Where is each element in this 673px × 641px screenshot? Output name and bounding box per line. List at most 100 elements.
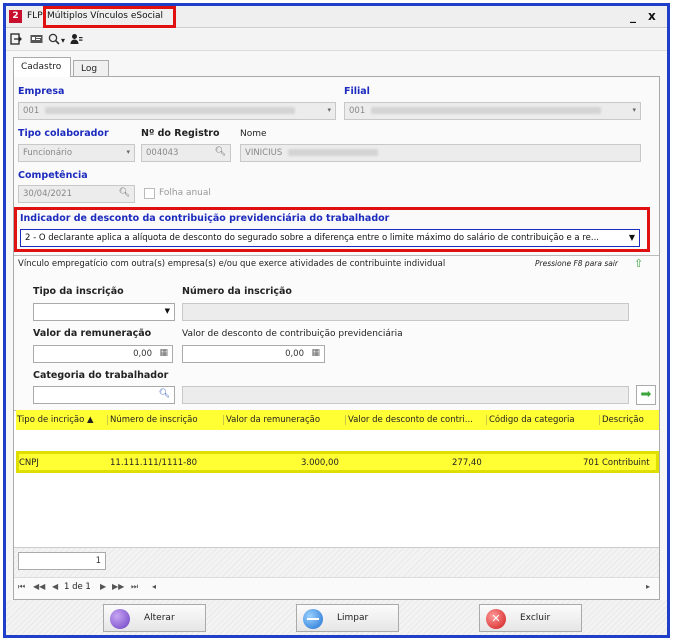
cadastro-panel: Empresa 001 ▾ Filial 001 ▾ Tipo colabora… <box>13 76 660 600</box>
categoria-descricao-field <box>182 386 629 404</box>
nome-field[interactable]: VINICIUS <box>240 144 641 162</box>
tipo-inscricao-select[interactable]: ▼ <box>33 303 175 321</box>
app-name: FLP <box>27 11 43 21</box>
last-page-button[interactable]: ⏭ <box>131 582 138 592</box>
id-card-icon[interactable] <box>30 33 43 47</box>
next-record-button[interactable]: ▶ <box>100 582 106 591</box>
record-count: 1 <box>18 552 106 570</box>
minimize-button[interactable]: _ <box>630 9 636 23</box>
prev-record-button[interactable]: ◀ <box>52 582 58 591</box>
empresa-label: Empresa <box>18 86 65 97</box>
edit-icon <box>110 609 130 629</box>
column-header-tipo[interactable]: Tipo de incrição ▲ <box>17 415 94 425</box>
delete-icon: ✕ <box>486 609 506 629</box>
grid-navigator: ⏮ ◀◀ ◀ 1 de 1 ▶ ▶▶ ⏭ ◂ ▸ <box>14 577 659 595</box>
scroll-right-button[interactable]: ▸ <box>646 582 650 591</box>
calendar-search-icon[interactable]: 🔍︎ <box>119 188 130 198</box>
cell-tipo: CNPJ <box>19 458 39 468</box>
limpar-label: Limpar <box>337 613 369 623</box>
empresa-value: 001 <box>23 106 40 116</box>
cell-valor-remuneracao: 3.000,00 <box>301 458 339 468</box>
numero-inscricao-label: Número da inscrição <box>182 286 292 297</box>
exit-icon[interactable] <box>10 33 22 47</box>
toolbar: ▾ <box>6 29 667 51</box>
competencia-field[interactable]: 30/04/2021 🔍︎ <box>18 185 135 203</box>
categoria-label: Categoria do trabalhador <box>33 370 169 381</box>
title-highlight-box <box>43 6 176 28</box>
registro-field[interactable]: 004043 🔍︎ <box>141 144 231 162</box>
tab-log[interactable]: Log <box>73 60 109 77</box>
close-button[interactable]: x <box>648 9 656 23</box>
filial-select[interactable]: 001 ▾ <box>344 102 641 120</box>
chevron-down-icon: ▾ <box>632 106 636 114</box>
nome-value: VINICIUS <box>245 148 283 158</box>
prev-page-button[interactable]: ◀◀ <box>33 582 45 591</box>
numero-inscricao-field[interactable] <box>182 303 629 321</box>
indicador-select[interactable]: 2 - O declarante aplica a alíquota de de… <box>20 229 640 247</box>
calculator-icon[interactable]: ▦ <box>311 348 320 358</box>
f8-hint: Pressione F8 para sair <box>535 259 619 268</box>
column-header-valor-desconto[interactable]: Valor de desconto de contri... <box>345 415 473 425</box>
search-icon[interactable]: 🔍︎ <box>159 389 170 399</box>
competencia-label: Competência <box>18 170 88 181</box>
empresa-select[interactable]: 001 ▾ <box>18 102 336 120</box>
table-row[interactable]: CNPJ 11.111.111/1111-80 3.000,00 277,40 … <box>16 451 659 473</box>
alterar-button[interactable]: Alterar <box>103 604 206 632</box>
indicador-label: Indicador de desconto da contribuição pr… <box>20 213 390 224</box>
filial-value: 001 <box>349 106 366 116</box>
chevron-down-icon: ▼ <box>628 233 635 242</box>
first-page-button[interactable]: ⏮ <box>18 582 25 592</box>
cell-numero: 11.111.111/1111-80 <box>110 458 198 468</box>
title-bar: 2 FLP Múltiplos Vínculos eSocial _ x <box>6 6 667 28</box>
folha-anual-label: Folha anual <box>159 188 211 198</box>
user-icon[interactable] <box>70 33 83 47</box>
valor-desconto-label: Valor de desconto de contribuição previd… <box>182 329 403 339</box>
valor-desconto-field[interactable]: 0,00 ▦ <box>182 345 325 363</box>
arrow-up-icon[interactable]: ⇧ <box>634 257 643 270</box>
filial-label: Filial <box>344 86 370 97</box>
column-header-descricao[interactable]: Descrição <box>599 415 644 425</box>
valor-remuneracao-value: 0,00 <box>133 349 152 359</box>
chevron-down-icon: ▾ <box>327 106 331 114</box>
next-page-button[interactable]: ▶▶ <box>112 582 124 591</box>
chevron-down-icon: ▾ <box>126 148 130 156</box>
nome-label: Nome <box>240 129 267 139</box>
categoria-field[interactable]: 🔍︎ <box>33 386 175 404</box>
pager-text: 1 de 1 <box>64 582 91 592</box>
cell-descricao: Contribuint <box>602 458 650 468</box>
column-header-numero[interactable]: Número de inscrição <box>107 415 198 425</box>
tipo-inscricao-label: Tipo da inscrição <box>33 286 124 297</box>
scroll-left-button[interactable]: ◂ <box>152 582 156 591</box>
calculator-icon[interactable]: ▦ <box>159 348 168 358</box>
tab-cadastro[interactable]: Cadastro <box>13 57 71 77</box>
tipo-colaborador-label: Tipo colaborador <box>18 128 109 139</box>
alterar-label: Alterar <box>144 613 175 623</box>
grid-header-row: Tipo de incrição ▲ Número de inscrição V… <box>16 410 659 430</box>
cell-valor-desconto: 277,40 <box>452 458 482 468</box>
app-logo-icon: 2 <box>9 10 22 23</box>
excluir-button[interactable]: ✕ Excluir <box>479 604 582 632</box>
excluir-label: Excluir <box>520 613 551 623</box>
competencia-value: 30/04/2021 <box>23 189 72 199</box>
registro-label: Nº do Registro <box>141 128 220 139</box>
indicador-value: 2 - O declarante aplica a alíquota de de… <box>25 233 599 243</box>
valor-remuneracao-label: Valor da remuneração <box>33 328 152 339</box>
clear-icon <box>303 609 323 629</box>
search-icon[interactable]: 🔍︎ <box>215 147 226 157</box>
tipo-colaborador-select[interactable]: Funcionário ▾ <box>18 144 135 162</box>
column-header-codigo[interactable]: Código da categoria <box>486 415 575 425</box>
column-header-valor-remuneracao[interactable]: Valor da remuneração <box>223 415 320 425</box>
tipo-colaborador-value: Funcionário <box>23 148 73 158</box>
arrow-right-icon[interactable]: ➡ <box>636 385 656 405</box>
chevron-down-icon: ▼ <box>164 307 170 315</box>
registro-value: 004043 <box>146 148 179 158</box>
chevron-down-icon[interactable]: ▾ <box>61 35 65 47</box>
valor-desconto-value: 0,00 <box>285 349 304 359</box>
application-window: 2 FLP Múltiplos Vínculos eSocial _ x ▾ C… <box>3 3 670 638</box>
search-icon[interactable] <box>48 33 60 47</box>
cell-codigo: 701 <box>583 458 600 468</box>
folha-anual-checkbox[interactable] <box>144 188 155 199</box>
valor-remuneracao-field[interactable]: 0,00 ▦ <box>33 345 173 363</box>
grid-footer <box>14 547 659 577</box>
limpar-button[interactable]: Limpar <box>296 604 399 632</box>
